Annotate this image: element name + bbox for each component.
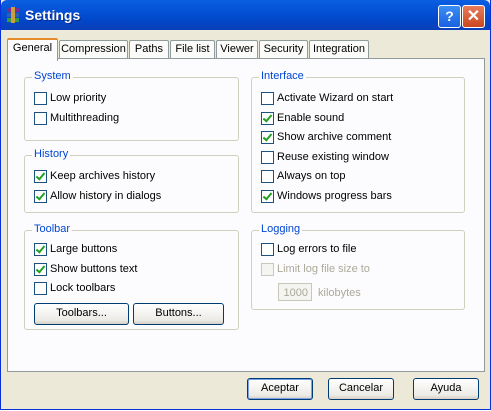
tab-file-list[interactable]: File list: [170, 40, 215, 58]
log-size-unit-label: kilobytes: [318, 287, 361, 299]
log-size-field: 1000: [278, 283, 312, 301]
log-errors-box[interactable]: [261, 243, 274, 256]
tab-viewer[interactable]: Viewer: [216, 40, 258, 58]
interface-group: Interface Activate Wizard on start Enabl…: [251, 70, 465, 213]
close-button[interactable]: ✕: [462, 5, 485, 28]
toolbars-button[interactable]: Toolbars...: [34, 303, 129, 325]
large-buttons-label: Large buttons: [50, 243, 118, 255]
reuse-window-box[interactable]: [261, 151, 274, 164]
tab-compression[interactable]: Compression: [59, 40, 128, 58]
tab-security[interactable]: Security: [259, 40, 308, 58]
multithreading-box[interactable]: [34, 112, 47, 125]
logging-group: Logging Log errors to file Limit log fil…: [251, 223, 465, 310]
title-bar[interactable]: Settings ? ✕: [1, 0, 490, 30]
always-on-top-box[interactable]: [261, 170, 274, 183]
activate-wizard-box[interactable]: [261, 92, 274, 105]
tab-integration[interactable]: Integration: [309, 40, 369, 58]
buttons-button[interactable]: Buttons...: [133, 303, 224, 325]
keep-archives-history-label: Keep archives history: [50, 170, 156, 182]
tab-general[interactable]: General: [7, 38, 58, 61]
toolbar-group-title: Toolbar: [32, 223, 73, 235]
accept-button[interactable]: Aceptar: [247, 378, 313, 400]
general-tab-panel: System Low priority Multithreading Histo…: [7, 58, 485, 372]
lock-toolbars-label: Lock toolbars: [50, 282, 116, 294]
show-archive-comment-label: Show archive comment: [277, 131, 392, 143]
tab-paths[interactable]: Paths: [129, 40, 169, 58]
windows-progress-bars-label: Windows progress bars: [277, 190, 392, 202]
window-title: Settings: [25, 7, 81, 23]
show-buttons-text-label: Show buttons text: [50, 263, 138, 275]
enable-sound-label: Enable sound: [277, 112, 345, 124]
reuse-window-label: Reuse existing window: [277, 151, 389, 163]
system-group: System Low priority Multithreading: [24, 70, 239, 141]
cancel-button[interactable]: Cancelar: [328, 378, 394, 400]
help-button[interactable]: Ayuda: [413, 378, 479, 400]
activate-wizard-label: Activate Wizard on start: [277, 92, 394, 104]
lock-toolbars-box[interactable]: [34, 282, 47, 295]
keep-archives-history-box[interactable]: [34, 170, 47, 183]
allow-history-dialogs-box[interactable]: [34, 190, 47, 203]
settings-window: Settings ? ✕ General Compression Paths F…: [0, 0, 491, 410]
allow-history-dialogs-label: Allow history in dialogs: [50, 190, 162, 202]
show-archive-comment-box[interactable]: [261, 131, 274, 144]
low-priority-label: Low priority: [50, 92, 107, 104]
system-group-title: System: [32, 70, 73, 82]
show-buttons-text-box[interactable]: [34, 263, 47, 276]
enable-sound-box[interactable]: [261, 112, 274, 125]
multithreading-label: Multithreading: [50, 112, 120, 124]
limit-log-size-box: [261, 263, 274, 276]
windows-progress-bars-box[interactable]: [261, 190, 274, 203]
history-group-title: History: [32, 148, 71, 160]
history-group: History Keep archives history Allow hist…: [24, 148, 239, 213]
log-errors-label: Log errors to file: [277, 243, 357, 255]
toolbar-group: Toolbar Large buttons Show buttons text …: [24, 223, 239, 330]
help-title-button[interactable]: ?: [438, 5, 461, 28]
low-priority-box[interactable]: [34, 92, 47, 105]
interface-group-title: Interface: [259, 70, 306, 82]
winrar-app-icon: [7, 7, 19, 23]
always-on-top-label: Always on top: [277, 170, 346, 182]
large-buttons-box[interactable]: [34, 243, 47, 256]
logging-group-title: Logging: [259, 223, 303, 235]
limit-log-size-label: Limit log file size to: [277, 263, 370, 275]
